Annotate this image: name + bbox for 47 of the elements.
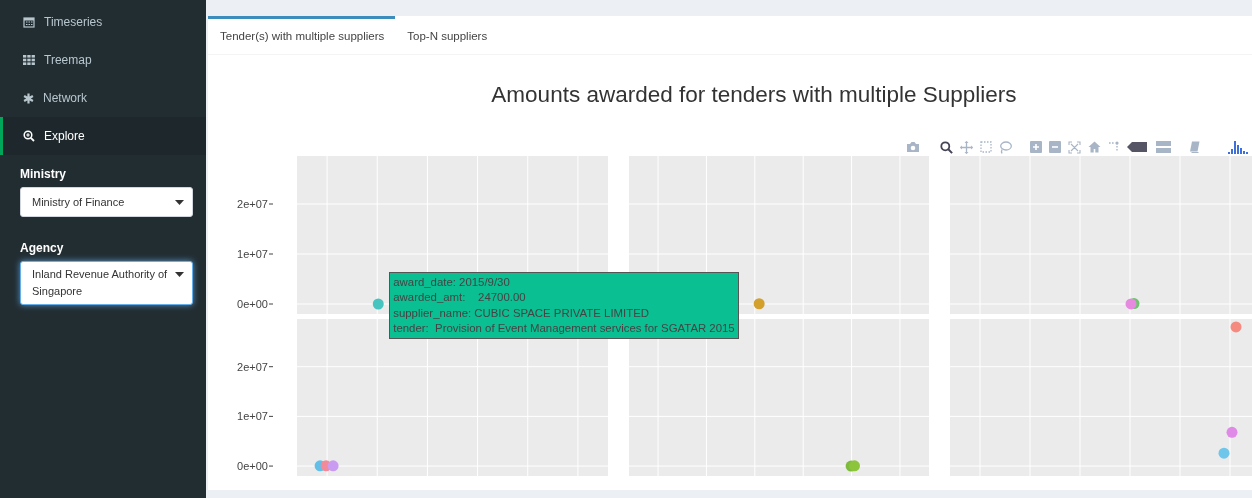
tooltip-line: award_date: 2015/9/30 [393,275,511,290]
zoom-in-icon [23,130,35,142]
caret-icon [175,272,184,277]
filter-label: Agency [19,240,65,257]
autoscale-icon[interactable] [1068,140,1081,154]
axis-tick-label: 1e+07 [237,248,268,260]
zoom-in-icon[interactable] [1030,141,1042,153]
sidebar-item[interactable]: Timeseries [0,3,206,41]
data-point[interactable] [753,298,765,310]
data-point[interactable] [849,460,860,472]
chart-title: Amounts awarded for tenders with multiple Suppliers [490,82,1018,109]
zoom-icon[interactable] [940,140,953,154]
data-point[interactable] [372,298,384,310]
axis-tick-label: 1e+07 [237,410,268,423]
data-point[interactable] [1226,426,1238,438]
tooltip-line: awarded_amt: 24700.00 [393,290,527,306]
lasso-icon[interactable] [999,140,1012,154]
sidebar-item[interactable]: Treemap [0,41,206,79]
axis-tick-label: 2e+07 [237,198,268,210]
hover-compare-icon[interactable] [1154,141,1171,153]
data-point[interactable] [327,460,339,472]
data-point[interactable] [1230,321,1242,333]
sidebar-item[interactable]: Network [0,79,206,117]
home-icon[interactable] [1088,141,1101,153]
data-point[interactable] [1218,447,1230,459]
dropdown[interactable]: Ministry of Finance [20,187,193,217]
bar-chart-icon[interactable] [1228,140,1248,154]
axis-tick-label: 0e+00 [237,298,268,310]
pan-icon[interactable] [960,140,973,154]
calendar-icon [23,16,35,28]
book-icon[interactable] [1189,141,1200,153]
asterisk-icon [23,92,34,104]
zoom-out-icon[interactable] [1049,141,1061,153]
spike-lines-icon[interactable] [1108,141,1120,153]
hover-closest-icon[interactable] [1127,142,1147,152]
axis-tick-label: 0e+00 [237,460,268,473]
tooltip-line: supplier_name: CUBIC SPACE PRIVATE LIMITED [393,305,650,321]
box-select-icon[interactable] [980,141,992,153]
axis-tick-label: 2e+07 [237,360,268,373]
grid-icon [23,55,35,65]
dropdown[interactable]: Inland Revenue Authority of Singapore [20,261,193,305]
tooltip-line: tender: Provision of Event Management services for SGATAR 2015 [393,320,735,336]
sidebar-item[interactable]: Explore [0,117,206,155]
camera-icon[interactable] [906,141,920,153]
filter-label: Ministry [19,166,67,183]
data-point[interactable] [1125,298,1137,310]
caret-icon [175,199,184,205]
